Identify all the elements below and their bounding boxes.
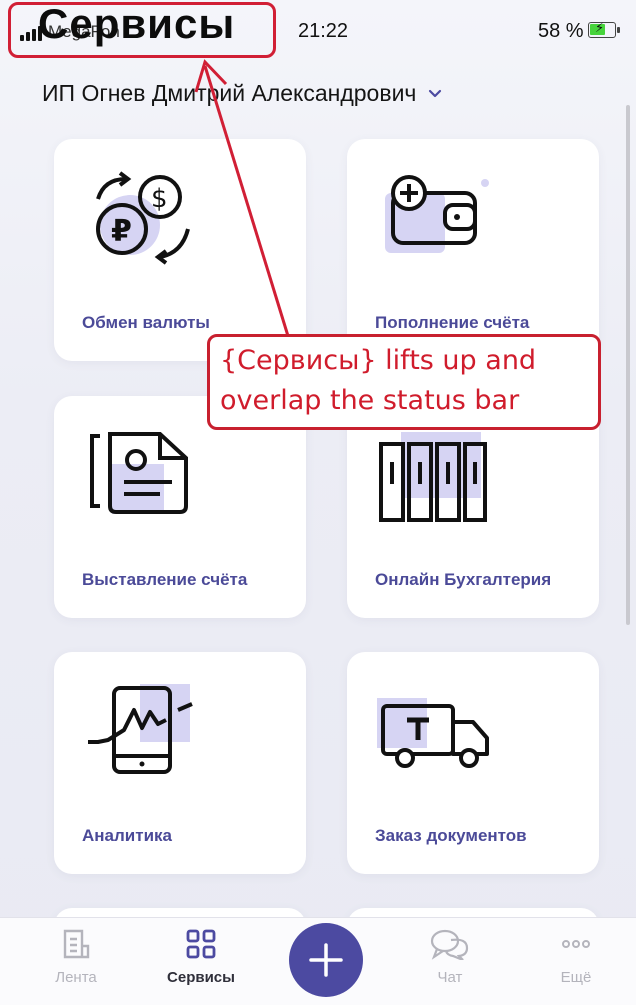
nav-label: Лента bbox=[55, 969, 97, 986]
more-icon bbox=[562, 940, 590, 948]
nav-item-services[interactable]: Сервисы bbox=[153, 928, 249, 986]
nav-label: Ещё bbox=[560, 969, 592, 986]
services-screen: MegaFon 21:22 58 % ⚡ Сервисы ИП Огнев Дм… bbox=[0, 0, 636, 1005]
add-button[interactable] bbox=[289, 923, 363, 997]
feed-icon bbox=[63, 929, 90, 959]
annotation-arrow bbox=[194, 59, 290, 337]
plus-icon bbox=[309, 943, 343, 977]
chat-icon bbox=[430, 929, 469, 962]
services-grid-icon bbox=[186, 929, 216, 959]
nav-item-feed[interactable]: Лента bbox=[28, 928, 124, 986]
nav-label: Сервисы bbox=[167, 969, 235, 986]
nav-label: Чат bbox=[437, 969, 463, 986]
nav-item-more[interactable]: Ещё bbox=[528, 928, 624, 986]
nav-item-chat[interactable]: Чат bbox=[402, 928, 498, 986]
annotation-note: {Сервисы} lifts up and overlap the statu… bbox=[207, 334, 601, 430]
